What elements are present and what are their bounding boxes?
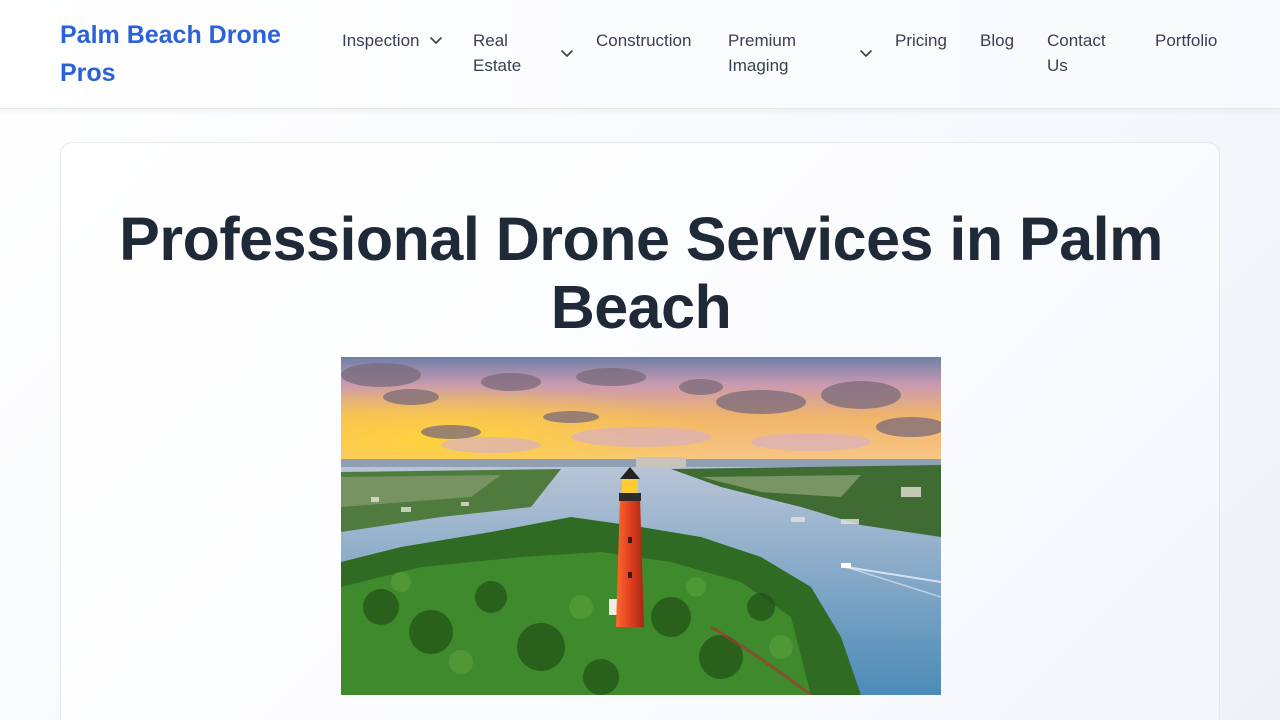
- chevron-down-icon: [858, 45, 874, 61]
- nav-item-premium-imaging[interactable]: Premium Imaging: [728, 28, 872, 78]
- site-header: Palm Beach Drone Pros Inspection Real Es…: [0, 0, 1280, 109]
- nav-item-pricing[interactable]: Pricing: [895, 28, 947, 53]
- nav-item-inspection[interactable]: Inspection: [342, 28, 444, 53]
- lighthouse-aerial-illustration: [341, 357, 941, 695]
- nav-label: Pricing: [895, 31, 947, 50]
- nav-item-portfolio[interactable]: Portfolio: [1155, 28, 1217, 53]
- chevron-down-icon: [428, 32, 444, 48]
- nav-label: Real Estate: [473, 31, 522, 75]
- nav-label: Premium Imaging: [728, 31, 797, 75]
- nav-item-blog[interactable]: Blog: [980, 28, 1014, 53]
- nav-label: Portfolio: [1155, 31, 1218, 50]
- nav-label: Blog: [980, 31, 1015, 50]
- chevron-down-icon: [559, 45, 575, 61]
- nav-label: Inspection: [342, 31, 420, 50]
- hero-card: Professional Drone Services in Palm Beac…: [60, 142, 1220, 720]
- hero-title: Professional Drone Services in Palm Beac…: [119, 205, 1163, 341]
- nav-label: Contact Us: [1047, 31, 1106, 75]
- hero-image: [341, 357, 941, 695]
- nav-item-contact-us[interactable]: Contact Us: [1047, 28, 1127, 78]
- nav-item-construction[interactable]: Construction: [596, 28, 691, 53]
- brand-logo-link[interactable]: Palm Beach Drone Pros: [60, 16, 300, 92]
- nav-label: Construction: [596, 31, 692, 50]
- nav-item-real-estate[interactable]: Real Estate: [473, 28, 573, 78]
